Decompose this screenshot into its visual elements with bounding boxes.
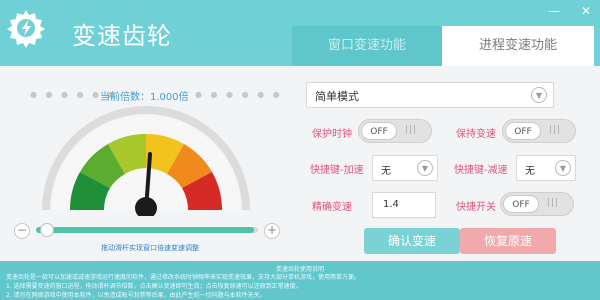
protect-clock-toggle[interactable]: OFF ||| bbox=[358, 119, 432, 143]
slider-increase-button[interactable]: + bbox=[264, 223, 280, 239]
toggle-state: OFF bbox=[503, 195, 539, 213]
protect-clock-label: 保护时钟 bbox=[312, 129, 352, 140]
hotkey-down-value: 无 bbox=[525, 166, 535, 177]
hotkey-up-label: 快捷键-加速 bbox=[310, 165, 364, 176]
precise-speed-label: 精确变速 bbox=[312, 202, 352, 213]
tab-window-speed[interactable]: 窗口变速功能 bbox=[292, 26, 442, 66]
hotkey-down-select[interactable]: 无 ▼ bbox=[516, 155, 576, 181]
slider-thumb[interactable] bbox=[40, 223, 54, 237]
slider-fill bbox=[36, 227, 254, 233]
keep-speed-toggle[interactable]: OFF ||| bbox=[502, 119, 576, 143]
slider-decrease-button[interactable]: − bbox=[14, 223, 30, 239]
app-title: 变速齿轮 bbox=[72, 22, 172, 50]
mode-select-value: 简单模式 bbox=[315, 90, 359, 103]
keep-speed-label: 保持变速 bbox=[456, 129, 496, 140]
footer-line: 变速齿轮是一款可以加速或减速游戏运行速度的软件，通过修改系统时钟频率来实现变速效… bbox=[6, 274, 361, 281]
toggle-grip-icon: ||| bbox=[547, 198, 560, 208]
toggle-state: OFF bbox=[361, 122, 397, 140]
hotkey-up-select[interactable]: 无 ▼ bbox=[372, 155, 438, 181]
toggle-state: OFF bbox=[505, 122, 541, 140]
minimize-icon[interactable]: — bbox=[546, 4, 562, 18]
footer-instructions: 变速齿轮使用说明 变速齿轮是一款可以加速或减速游戏运行速度的软件，通过修改系统时… bbox=[0, 261, 600, 300]
hotkey-switch-toggle[interactable]: OFF ||| bbox=[500, 192, 574, 216]
chevron-down-icon: ▼ bbox=[417, 160, 433, 176]
close-icon[interactable]: ✕ bbox=[578, 4, 594, 18]
precise-speed-input[interactable]: 1.4 bbox=[372, 192, 436, 218]
footer-line: 1. 选择需要变速的窗口进程，拖动滑杆调节倍数，点击确认变速即可生效；点击恢复原… bbox=[6, 283, 302, 290]
footer-line: 2. 请勿在网络游戏中使用本软件，以免造成账号封禁等后果，由此产生的一切问题与本… bbox=[6, 292, 266, 299]
hotkey-down-label: 快捷键-减速 bbox=[454, 165, 508, 176]
tab-process-speed[interactable]: 进程变速功能 bbox=[442, 26, 594, 66]
chevron-down-icon: ▼ bbox=[555, 160, 571, 176]
window-controls: — ✕ bbox=[546, 4, 594, 18]
restore-speed-button[interactable]: 恢复原速 bbox=[460, 228, 556, 254]
speed-gauge bbox=[42, 106, 250, 216]
hotkey-up-value: 无 bbox=[381, 166, 391, 177]
speed-multiplier-label: 当前倍数：1.000倍 bbox=[100, 92, 189, 103]
slider-hint: 拖动滑杆实现窗口倍速变速调整 bbox=[101, 244, 199, 252]
confirm-speed-button[interactable]: 确认变速 bbox=[364, 228, 460, 254]
decorative-dots: ● ● ● ● ● ● bbox=[195, 90, 283, 99]
gear-lightning-icon bbox=[7, 10, 45, 48]
chevron-down-icon: ▼ bbox=[531, 87, 547, 103]
speed-slider[interactable] bbox=[36, 223, 258, 237]
hotkey-switch-label: 快捷开关 bbox=[456, 202, 496, 213]
toggle-grip-icon: ||| bbox=[549, 125, 562, 135]
toggle-grip-icon: ||| bbox=[405, 125, 418, 135]
mode-select[interactable]: 简单模式 ▼ bbox=[306, 82, 554, 108]
